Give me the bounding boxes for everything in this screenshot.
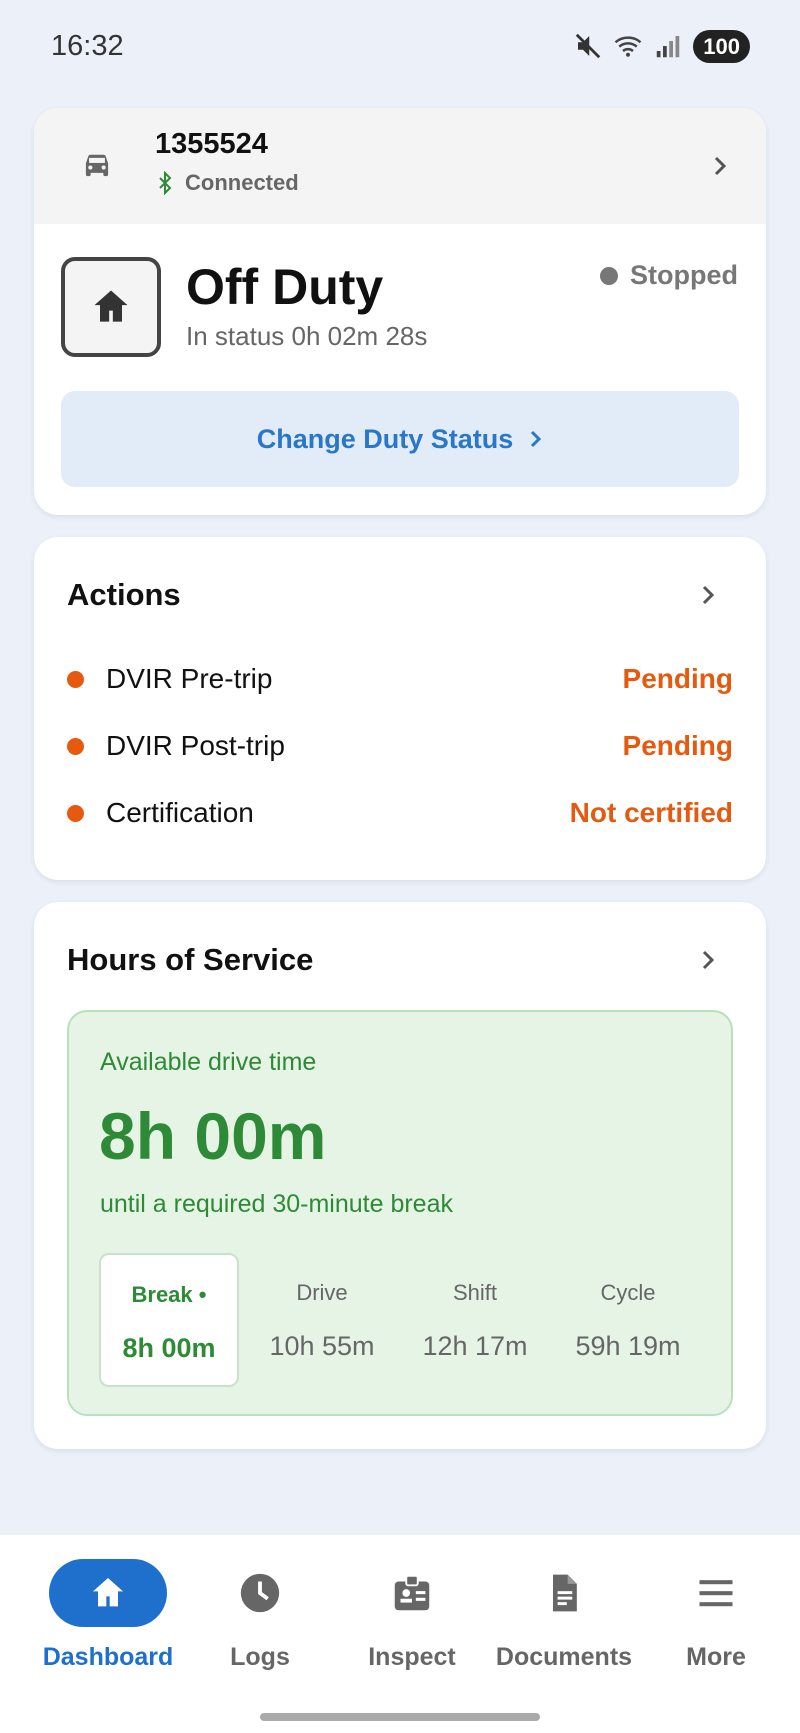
available-drive-time-panel: Available drive time 8h 00m until a requ… (67, 1010, 733, 1416)
nav-label: Logs (230, 1643, 290, 1671)
available-drive-time-value: 8h 00m (99, 1099, 327, 1173)
nav-pill (505, 1559, 623, 1627)
clock-value: 8h 00m (122, 1333, 216, 1363)
car-icon (85, 154, 109, 177)
home-indicator[interactable] (260, 1713, 540, 1721)
clock-break[interactable]: Break • 8h 00m (99, 1253, 239, 1387)
clock-label: Shift (452, 1280, 498, 1305)
id-badge-icon (394, 1574, 430, 1611)
status-dot (67, 804, 84, 822)
status-dot (67, 737, 84, 755)
home-icon (94, 290, 128, 322)
nav-pill (353, 1559, 471, 1627)
menu-icon (699, 1580, 733, 1607)
motion-label: Stopped (630, 260, 738, 290)
nav-documents[interactable]: Documents (488, 1559, 640, 1689)
nav-pill (49, 1559, 167, 1627)
nav-label: Dashboard (42, 1643, 174, 1671)
clock-value: 12h 17m (422, 1331, 528, 1361)
nav-logs[interactable]: Logs (184, 1559, 336, 1689)
document-icon (553, 1574, 577, 1612)
mute-icon (576, 33, 601, 59)
clock-value: 59h 19m (575, 1331, 681, 1361)
motion-status: Stopped (600, 260, 738, 291)
clock-cycle[interactable]: Cycle 59h 19m (558, 1253, 698, 1387)
vehicle-id: 1355524 (155, 128, 268, 160)
nav-dashboard[interactable]: Dashboard (32, 1559, 184, 1689)
hours-of-service-card[interactable]: Hours of Service Available drive time 8h… (34, 902, 766, 1449)
nav-label: Documents (495, 1643, 633, 1671)
nav-pill (657, 1559, 775, 1627)
duty-status-duration: In status 0h 02m 28s (186, 321, 428, 351)
duty-status-icon (61, 257, 161, 357)
clock-shift[interactable]: Shift 12h 17m (405, 1253, 545, 1387)
duty-status-card: 1355524 Connected Off Duty In status 0h … (34, 108, 766, 515)
chevron-right-icon[interactable] (698, 946, 718, 974)
bottom-navigation: Dashboard Logs Inspect Documents More (0, 1535, 800, 1733)
duty-status-title: Off Duty (186, 259, 384, 315)
action-item-certification[interactable]: Certification Not certified (67, 793, 733, 833)
nav-label: More (686, 1643, 746, 1671)
change-duty-status-label: Change Duty Status (256, 423, 514, 454)
clock-label: Break • (131, 1282, 207, 1307)
home-icon (93, 1578, 123, 1607)
action-label: DVIR Post-trip (106, 730, 285, 761)
battery-indicator: 100 (693, 29, 750, 63)
available-drive-time-label: Available drive time (100, 1048, 317, 1076)
action-label: DVIR Pre-trip (106, 663, 273, 694)
status-time: 16:32 (51, 30, 124, 62)
signal-icon (657, 36, 680, 58)
vehicle-connection: Connected (155, 170, 299, 196)
nav-more[interactable]: More (640, 1559, 792, 1689)
clock-label: Cycle (600, 1280, 656, 1305)
change-duty-status-button[interactable]: Change Duty Status (61, 391, 739, 487)
vehicle-row[interactable]: 1355524 Connected (34, 108, 766, 224)
wifi-icon (614, 36, 642, 57)
action-item-dvir-post-trip[interactable]: DVIR Post-trip Pending (67, 726, 733, 766)
action-item-dvir-pre-trip[interactable]: DVIR Pre-trip Pending (67, 659, 733, 699)
chevron-right-icon[interactable] (698, 581, 718, 609)
clock-icon (240, 1573, 280, 1613)
break-requirement-text: until a required 30-minute break (100, 1190, 453, 1218)
status-bar: 16:32 100 (0, 0, 800, 95)
hos-title: Hours of Service (67, 942, 314, 977)
action-label: Certification (106, 797, 254, 828)
nav-inspect[interactable]: Inspect (336, 1559, 488, 1689)
motion-dot (600, 266, 618, 285)
nav-label: Inspect (368, 1643, 456, 1671)
actions-title: Actions (67, 577, 181, 612)
nav-pill (201, 1559, 319, 1627)
connection-status: Connected (185, 170, 299, 195)
status-dot (67, 670, 84, 688)
clock-value: 10h 55m (269, 1331, 375, 1361)
action-status: Not certified (569, 797, 733, 828)
bluetooth-icon (159, 171, 172, 195)
status-icons: 100 (573, 28, 750, 64)
clock-drive[interactable]: Drive 10h 55m (252, 1253, 392, 1387)
clock-label: Drive (296, 1280, 348, 1305)
action-status: Pending (622, 663, 733, 694)
chevron-right-icon (714, 156, 727, 176)
actions-card[interactable]: Actions DVIR Pre-trip Pending DVIR Post-… (34, 537, 766, 880)
action-status: Pending (622, 730, 733, 761)
chevron-right-icon (531, 430, 542, 448)
